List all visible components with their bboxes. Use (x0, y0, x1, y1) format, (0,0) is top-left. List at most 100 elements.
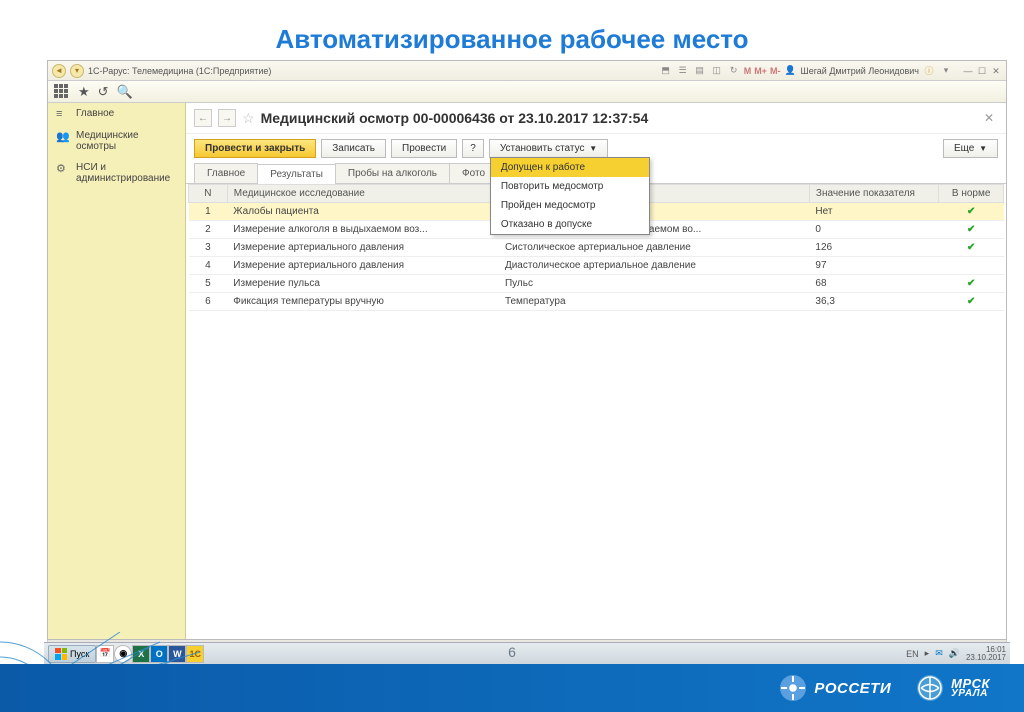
history-icon[interactable]: ↺ (98, 84, 109, 100)
gear-icon: ⚙ (56, 162, 70, 175)
table-row[interactable]: 5Измерение пульсаПульс68✔ (189, 275, 1004, 293)
cell-norm: ✔ (939, 239, 1004, 257)
doc-title: Медицинский осмотр 00-00006436 от 23.10.… (261, 110, 649, 126)
status-option-passed[interactable]: Пройден медосмотр (491, 196, 649, 215)
cell-issl: Измерение артериального давления (227, 239, 499, 257)
maximize-icon[interactable]: ☐ (976, 66, 988, 76)
tool-icon[interactable]: ⬒ (659, 64, 673, 78)
memory-m[interactable]: M (744, 66, 752, 76)
calendar-taskbar-icon[interactable]: 📅 (96, 645, 114, 663)
status-option-denied[interactable]: Отказано в допуске (491, 215, 649, 234)
sidebar-item-medexam[interactable]: 👥 Медицинские осмотры (48, 125, 185, 157)
clock-date: 23.10.2017 (966, 654, 1006, 662)
tray-sound-icon[interactable]: 🔊 (949, 648, 960, 659)
tab-alcohol[interactable]: Пробы на алкоголь (335, 163, 450, 183)
help-button[interactable]: ? (462, 139, 484, 158)
cell-norm (939, 257, 1004, 275)
tray-flag-icon[interactable]: ▸ (925, 648, 930, 659)
cell-val: 0 (809, 221, 938, 239)
cell-n: 2 (189, 221, 228, 239)
footer-brand-bar: РОССЕТИ МРСК УРАЛА (0, 664, 1024, 712)
close-icon[interactable]: ✕ (990, 66, 1002, 76)
write-button[interactable]: Записать (321, 139, 386, 158)
more-label: Еще (954, 143, 974, 154)
tray-outlook-icon[interactable]: ✉ (935, 648, 943, 659)
cell-norm: ✔ (939, 203, 1004, 221)
action-bar: Провести и закрыть Записать Провести ? У… (186, 134, 1006, 163)
dropdown-icon[interactable]: ▾ (70, 64, 84, 78)
memory-mminus[interactable]: M- (770, 66, 781, 76)
list-icon: ≡ (56, 108, 70, 120)
post-close-button[interactable]: Провести и закрыть (194, 139, 316, 158)
set-status-label: Установить статус (500, 143, 585, 154)
excel-taskbar-icon[interactable]: X (132, 645, 150, 663)
tool-icon[interactable]: ☰ (676, 64, 690, 78)
star-icon[interactable]: ★ (78, 84, 90, 100)
close-tab-icon[interactable]: ✕ (980, 111, 998, 125)
cell-norm: ✔ (939, 221, 1004, 239)
table-row[interactable]: 6Фиксация температуры вручнуюТемпература… (189, 293, 1004, 311)
back-icon[interactable]: ◄ (52, 64, 66, 78)
mrsk-text-2: УРАЛА (951, 689, 990, 698)
titlebar: ◄ ▾ 1С-Рарус: Телемедицина (1С:Предприят… (48, 61, 1006, 81)
minimize-icon[interactable]: — (962, 66, 974, 76)
table-row[interactable]: 4Измерение артериального давленияДиастол… (189, 257, 1004, 275)
col-val[interactable]: Значение показателя (809, 185, 938, 203)
status-option-allowed[interactable]: Допущен к работе (491, 158, 649, 177)
sidebar: ≡ Главное 👥 Медицинские осмотры ⚙ НСИ и … (48, 103, 186, 639)
1c-taskbar-icon[interactable]: 1C (186, 645, 204, 663)
dropdown-icon[interactable]: ▾ (939, 64, 953, 78)
status-option-repeat[interactable]: Повторить медосмотр (491, 177, 649, 196)
cell-n: 4 (189, 257, 228, 275)
cell-pok: Систолическое артериальное давление (499, 239, 809, 257)
cell-norm: ✔ (939, 275, 1004, 293)
sidebar-item-nsi[interactable]: ⚙ НСИ и администрирование (48, 157, 185, 189)
sections-icon[interactable] (54, 84, 70, 100)
lang-indicator[interactable]: EN (906, 649, 919, 659)
outlook-taskbar-icon[interactable]: O (150, 645, 168, 663)
chrome-taskbar-icon[interactable]: ◉ (114, 645, 132, 663)
memory-mplus[interactable]: M+ (754, 66, 767, 76)
status-dropdown: Допущен к работе Повторить медосмотр Про… (490, 157, 650, 235)
main-panel: ← → ☆ Медицинский осмотр 00-00006436 от … (186, 103, 1006, 639)
nav-back-icon[interactable]: ← (194, 109, 212, 127)
cell-n: 5 (189, 275, 228, 293)
tab-results[interactable]: Результаты (257, 164, 336, 184)
sidebar-item-label: Главное (76, 108, 114, 119)
cell-pok: Температура (499, 293, 809, 311)
word-taskbar-icon[interactable]: W (168, 645, 186, 663)
calc-icon[interactable]: ▤ (693, 64, 707, 78)
more-button[interactable]: Еще ▼ (943, 139, 998, 158)
start-label: Пуск (70, 649, 89, 659)
page-number: 6 (508, 644, 516, 660)
col-n[interactable]: N (189, 185, 228, 203)
info-icon[interactable]: ⓘ (922, 64, 936, 78)
col-issl[interactable]: Медицинское исследование (227, 185, 499, 203)
sidebar-item-main[interactable]: ≡ Главное (48, 103, 185, 125)
check-icon: ✔ (967, 206, 975, 217)
favorite-icon[interactable]: ☆ (242, 110, 255, 127)
search-icon[interactable]: 🔍 (117, 84, 133, 100)
check-icon: ✔ (967, 296, 975, 307)
cell-n: 1 (189, 203, 228, 221)
start-button[interactable]: Пуск (48, 645, 96, 663)
table-row[interactable]: 3Измерение артериального давленияСистоли… (189, 239, 1004, 257)
sidebar-item-label: НСИ и администрирование (76, 162, 177, 184)
clock[interactable]: 16:01 23.10.2017 (966, 646, 1006, 662)
calendar-icon[interactable]: ◫ (710, 64, 724, 78)
rosseti-brand: РОССЕТИ (780, 675, 891, 701)
refresh-icon[interactable]: ↻ (727, 64, 741, 78)
rosseti-logo-icon (780, 675, 806, 701)
nav-fwd-icon[interactable]: → (218, 109, 236, 127)
cell-val: 97 (809, 257, 938, 275)
top-toolbar: ★ ↺ 🔍 (48, 81, 1006, 103)
mrsk-brand: МРСК УРАЛА (917, 675, 990, 701)
post-button[interactable]: Провести (391, 139, 457, 158)
cell-val: 68 (809, 275, 938, 293)
cell-issl: Жалобы пациента (227, 203, 499, 221)
set-status-button[interactable]: Установить статус ▼ Допущен к работе Пов… (489, 139, 608, 158)
col-norm[interactable]: В норме (939, 185, 1004, 203)
tab-main[interactable]: Главное (194, 163, 258, 183)
sidebar-item-label: Медицинские осмотры (76, 130, 177, 152)
check-icon: ✔ (967, 242, 975, 253)
